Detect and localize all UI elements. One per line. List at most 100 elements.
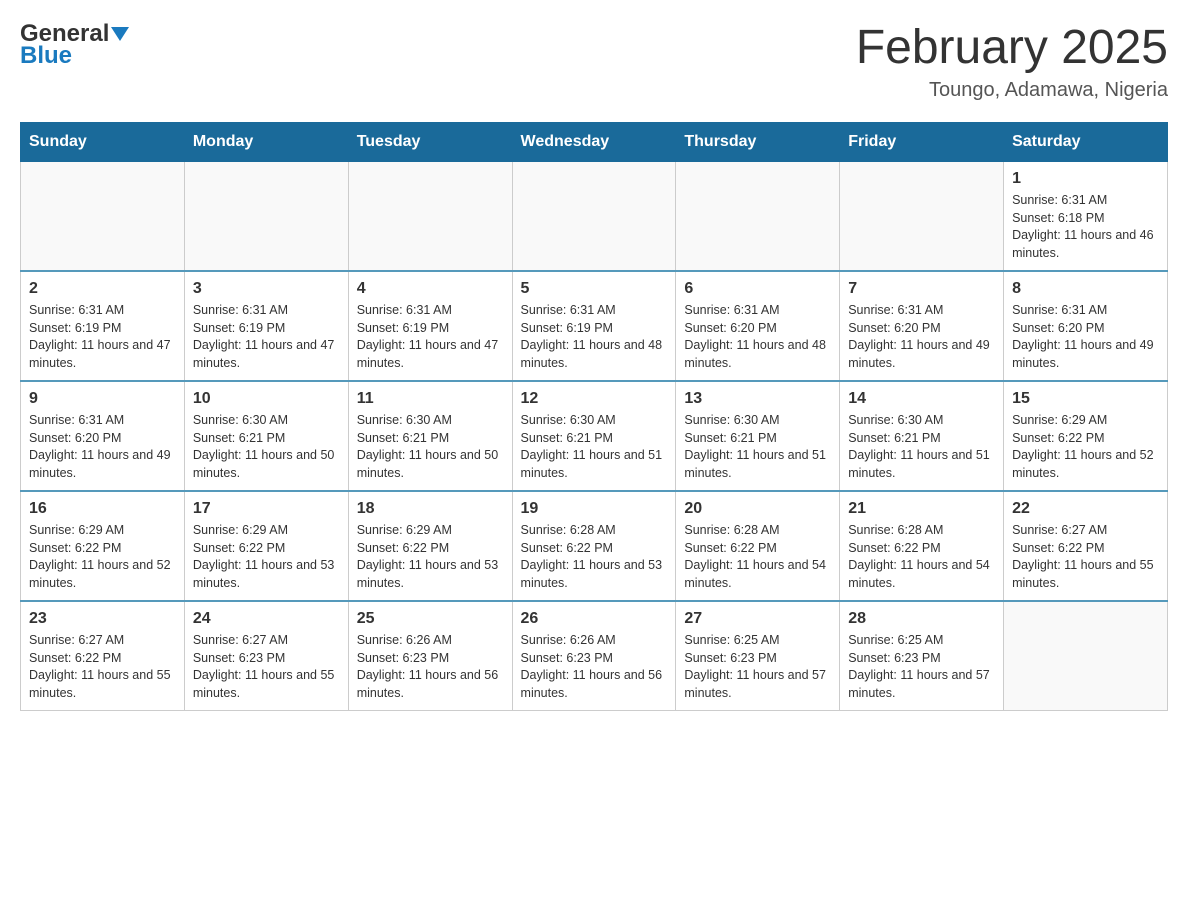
day-cell: 23 Sunrise: 6:27 AMSunset: 6:22 PMDayligh… xyxy=(21,601,185,711)
day-info: Sunrise: 6:26 AMSunset: 6:23 PMDaylight:… xyxy=(521,632,668,702)
weekday-header-thursday: Thursday xyxy=(676,123,840,162)
day-info: Sunrise: 6:28 AMSunset: 6:22 PMDaylight:… xyxy=(684,522,831,592)
day-number: 25 xyxy=(357,610,504,628)
day-number: 27 xyxy=(684,610,831,628)
day-number: 4 xyxy=(357,280,504,298)
day-info: Sunrise: 6:31 AMSunset: 6:20 PMDaylight:… xyxy=(1012,302,1159,372)
day-number: 10 xyxy=(193,390,340,408)
day-number: 22 xyxy=(1012,500,1159,518)
day-info: Sunrise: 6:31 AMSunset: 6:20 PMDaylight:… xyxy=(848,302,995,372)
calendar-table: SundayMondayTuesdayWednesdayThursdayFrid… xyxy=(20,122,1168,711)
day-info: Sunrise: 6:29 AMSunset: 6:22 PMDaylight:… xyxy=(357,522,504,592)
day-cell: 18 Sunrise: 6:29 AMSunset: 6:22 PMDayligh… xyxy=(348,491,512,601)
week-row-2: 2 Sunrise: 6:31 AMSunset: 6:19 PMDaylight… xyxy=(21,271,1168,381)
day-cell: 15 Sunrise: 6:29 AMSunset: 6:22 PMDayligh… xyxy=(1004,381,1168,491)
day-info: Sunrise: 6:30 AMSunset: 6:21 PMDaylight:… xyxy=(357,412,504,482)
day-number: 8 xyxy=(1012,280,1159,298)
day-info: Sunrise: 6:27 AMSunset: 6:22 PMDaylight:… xyxy=(1012,522,1159,592)
day-info: Sunrise: 6:28 AMSunset: 6:22 PMDaylight:… xyxy=(521,522,668,592)
day-cell: 11 Sunrise: 6:30 AMSunset: 6:21 PMDayligh… xyxy=(348,381,512,491)
day-cell: 24 Sunrise: 6:27 AMSunset: 6:23 PMDayligh… xyxy=(184,601,348,711)
day-cell: 1 Sunrise: 6:31 AMSunset: 6:18 PMDaylight… xyxy=(1004,162,1168,272)
day-number: 14 xyxy=(848,390,995,408)
day-info: Sunrise: 6:31 AMSunset: 6:19 PMDaylight:… xyxy=(521,302,668,372)
day-info: Sunrise: 6:30 AMSunset: 6:21 PMDaylight:… xyxy=(193,412,340,482)
day-number: 28 xyxy=(848,610,995,628)
day-cell: 17 Sunrise: 6:29 AMSunset: 6:22 PMDayligh… xyxy=(184,491,348,601)
day-number: 24 xyxy=(193,610,340,628)
title-block: February 2025 Toungo, Adamawa, Nigeria xyxy=(856,20,1168,102)
day-info: Sunrise: 6:30 AMSunset: 6:21 PMDaylight:… xyxy=(521,412,668,482)
day-info: Sunrise: 6:29 AMSunset: 6:22 PMDaylight:… xyxy=(1012,412,1159,482)
day-cell xyxy=(184,162,348,272)
day-info: Sunrise: 6:31 AMSunset: 6:18 PMDaylight:… xyxy=(1012,192,1159,262)
day-info: Sunrise: 6:25 AMSunset: 6:23 PMDaylight:… xyxy=(848,632,995,702)
logo: General Blue xyxy=(20,20,129,70)
day-number: 13 xyxy=(684,390,831,408)
day-info: Sunrise: 6:30 AMSunset: 6:21 PMDaylight:… xyxy=(848,412,995,482)
week-row-5: 23 Sunrise: 6:27 AMSunset: 6:22 PMDayligh… xyxy=(21,601,1168,711)
day-number: 17 xyxy=(193,500,340,518)
day-number: 26 xyxy=(521,610,668,628)
day-cell: 20 Sunrise: 6:28 AMSunset: 6:22 PMDayligh… xyxy=(676,491,840,601)
day-cell: 6Sunrise: 6:31 AMSunset: 6:20 PMDaylight… xyxy=(676,271,840,381)
day-number: 15 xyxy=(1012,390,1159,408)
day-info: Sunrise: 6:31 AMSunset: 6:20 PMDaylight:… xyxy=(684,302,831,372)
weekday-header-tuesday: Tuesday xyxy=(348,123,512,162)
day-info: Sunrise: 6:25 AMSunset: 6:23 PMDaylight:… xyxy=(684,632,831,702)
day-number: 5 xyxy=(521,280,668,298)
day-cell: 12 Sunrise: 6:30 AMSunset: 6:21 PMDayligh… xyxy=(512,381,676,491)
day-info: Sunrise: 6:26 AMSunset: 6:23 PMDaylight:… xyxy=(357,632,504,702)
day-number: 23 xyxy=(29,610,176,628)
day-number: 2 xyxy=(29,280,176,298)
day-number: 11 xyxy=(357,390,504,408)
day-info: Sunrise: 6:29 AMSunset: 6:22 PMDaylight:… xyxy=(29,522,176,592)
weekday-header-friday: Friday xyxy=(840,123,1004,162)
day-info: Sunrise: 6:27 AMSunset: 6:23 PMDaylight:… xyxy=(193,632,340,702)
day-cell: 13 Sunrise: 6:30 AMSunset: 6:21 PMDayligh… xyxy=(676,381,840,491)
day-cell: 16 Sunrise: 6:29 AMSunset: 6:22 PMDayligh… xyxy=(21,491,185,601)
day-cell: 3 Sunrise: 6:31 AMSunset: 6:19 PMDaylight… xyxy=(184,271,348,381)
day-cell: 14 Sunrise: 6:30 AMSunset: 6:21 PMDayligh… xyxy=(840,381,1004,491)
day-info: Sunrise: 6:31 AMSunset: 6:19 PMDaylight:… xyxy=(193,302,340,372)
day-number: 3 xyxy=(193,280,340,298)
day-cell: 28 Sunrise: 6:25 AMSunset: 6:23 PMDayligh… xyxy=(840,601,1004,711)
day-number: 19 xyxy=(521,500,668,518)
day-info: Sunrise: 6:30 AMSunset: 6:21 PMDaylight:… xyxy=(684,412,831,482)
day-cell: 2 Sunrise: 6:31 AMSunset: 6:19 PMDaylight… xyxy=(21,271,185,381)
day-cell: 22 Sunrise: 6:27 AMSunset: 6:22 PMDayligh… xyxy=(1004,491,1168,601)
day-cell: 4Sunrise: 6:31 AMSunset: 6:19 PMDaylight… xyxy=(348,271,512,381)
day-info: Sunrise: 6:28 AMSunset: 6:22 PMDaylight:… xyxy=(848,522,995,592)
week-row-3: 9 Sunrise: 6:31 AMSunset: 6:20 PMDaylight… xyxy=(21,381,1168,491)
logo-arrow-icon xyxy=(111,27,129,46)
day-info: Sunrise: 6:29 AMSunset: 6:22 PMDaylight:… xyxy=(193,522,340,592)
logo-blue-text: Blue xyxy=(20,42,72,70)
day-info: Sunrise: 6:31 AMSunset: 6:20 PMDaylight:… xyxy=(29,412,176,482)
day-number: 12 xyxy=(521,390,668,408)
day-number: 9 xyxy=(29,390,176,408)
day-number: 7 xyxy=(848,280,995,298)
week-row-4: 16 Sunrise: 6:29 AMSunset: 6:22 PMDayligh… xyxy=(21,491,1168,601)
day-cell: 21 Sunrise: 6:28 AMSunset: 6:22 PMDayligh… xyxy=(840,491,1004,601)
weekday-header-row: SundayMondayTuesdayWednesdayThursdayFrid… xyxy=(21,123,1168,162)
day-cell xyxy=(676,162,840,272)
page-header: General Blue February 2025 Toungo, Adama… xyxy=(20,20,1168,102)
weekday-header-wednesday: Wednesday xyxy=(512,123,676,162)
day-cell: 26 Sunrise: 6:26 AMSunset: 6:23 PMDayligh… xyxy=(512,601,676,711)
week-row-1: 1 Sunrise: 6:31 AMSunset: 6:18 PMDaylight… xyxy=(21,162,1168,272)
weekday-header-monday: Monday xyxy=(184,123,348,162)
day-number: 16 xyxy=(29,500,176,518)
day-info: Sunrise: 6:27 AMSunset: 6:22 PMDaylight:… xyxy=(29,632,176,702)
day-cell: 8 Sunrise: 6:31 AMSunset: 6:20 PMDaylight… xyxy=(1004,271,1168,381)
day-number: 21 xyxy=(848,500,995,518)
month-title: February 2025 xyxy=(856,20,1168,75)
day-cell: 7 Sunrise: 6:31 AMSunset: 6:20 PMDaylight… xyxy=(840,271,1004,381)
day-cell: 27 Sunrise: 6:25 AMSunset: 6:23 PMDayligh… xyxy=(676,601,840,711)
day-number: 20 xyxy=(684,500,831,518)
day-info: Sunrise: 6:31 AMSunset: 6:19 PMDaylight:… xyxy=(29,302,176,372)
day-number: 1 xyxy=(1012,170,1159,188)
weekday-header-sunday: Sunday xyxy=(21,123,185,162)
day-number: 18 xyxy=(357,500,504,518)
day-cell: 9 Sunrise: 6:31 AMSunset: 6:20 PMDaylight… xyxy=(21,381,185,491)
day-cell xyxy=(1004,601,1168,711)
